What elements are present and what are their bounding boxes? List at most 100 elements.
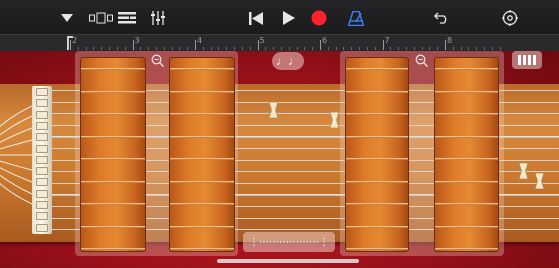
ruler-minor-tick: [335, 47, 337, 50]
chord-strip-divider: [170, 203, 234, 205]
ruler-minor-tick: [327, 47, 329, 50]
strum-range-button[interactable]: ⋮⋯⋯⋯⋯⋯⋯⋮: [243, 232, 335, 252]
ruler-minor-tick: [124, 47, 126, 50]
ruler-minor-tick: [421, 47, 423, 50]
ruler-minor-tick: [343, 47, 345, 50]
chord-strip-4[interactable]: [434, 57, 499, 252]
ruler-bar-number: 6: [322, 36, 328, 45]
chord-strip-3[interactable]: [345, 57, 409, 252]
chord-strip-divider: [435, 180, 498, 183]
ruler-minor-tick: [171, 47, 173, 50]
tuning-peg: [36, 121, 48, 130]
string-marker[interactable]: [535, 173, 544, 189]
metronome-icon[interactable]: [347, 9, 365, 27]
ruler-minor-tick: [226, 47, 228, 50]
home-indicator[interactable]: [217, 259, 359, 263]
ruler-minor-tick: [312, 47, 314, 50]
ruler-minor-tick: [359, 47, 361, 50]
ruler-minor-tick: [210, 47, 212, 50]
chord-strip-2[interactable]: [169, 57, 235, 252]
chord-strip-divider: [435, 90, 498, 93]
chord-strip-divider: [435, 225, 498, 228]
ruler-minor-tick: [304, 47, 306, 50]
ruler-minor-tick: [452, 47, 454, 50]
chord-strip-divider: [170, 68, 234, 70]
ruler-minor-tick: [484, 47, 486, 50]
tuning-peg: [36, 212, 48, 221]
ruler-major-tick: [257, 40, 259, 50]
ruler-major-tick: [195, 40, 196, 50]
zoom-icon[interactable]: [151, 54, 164, 67]
ruler-major-tick: [445, 40, 446, 50]
chord-strip-divider: [170, 225, 234, 228]
ruler-minor-tick: [437, 47, 439, 50]
tuning-peg: [36, 178, 48, 187]
ruler-minor-tick: [476, 47, 478, 50]
chord-strip-divider: [346, 180, 408, 183]
tracks-icon[interactable]: [118, 9, 136, 27]
ruler-minor-tick: [85, 47, 87, 50]
tuning-peg: [36, 144, 48, 153]
dropdown-arrow-icon[interactable]: [58, 9, 76, 27]
chord-strip-divider: [435, 158, 498, 160]
notes-symbol: ♩♩: [276, 54, 300, 68]
undo-icon[interactable]: [433, 9, 451, 27]
ruler-minor-tick: [366, 47, 368, 50]
ruler-minor-tick: [460, 47, 462, 50]
chord-strip-divider: [81, 113, 145, 115]
chord-strip-divider: [170, 113, 234, 115]
chord-strip-divider: [170, 90, 234, 93]
ruler-minor-tick: [101, 47, 103, 50]
ruler-major-tick: [132, 40, 134, 50]
strum-range-symbol: ⋮⋯⋯⋯⋯⋯⋯⋮: [249, 236, 329, 248]
chord-strip-divider: [346, 135, 408, 138]
ruler-minor-tick: [296, 47, 298, 50]
settings-icon[interactable]: [501, 9, 519, 27]
chord-strip-divider: [81, 225, 145, 228]
ruler-minor-tick: [241, 47, 243, 50]
skip-back-icon[interactable]: [247, 9, 265, 27]
ruler-minor-tick: [468, 47, 470, 50]
chord-strip-1[interactable]: [80, 57, 146, 252]
record-icon[interactable]: [310, 9, 328, 27]
control-bar: [0, 0, 559, 34]
timeline-ruler[interactable]: 2 3 4 5 6 7 8: [0, 34, 559, 52]
ruler-bar-number: 2: [72, 36, 78, 45]
ruler-major-tick: [70, 40, 71, 50]
view-toggle-icon[interactable]: [88, 9, 114, 27]
ruler-major-tick: [320, 40, 321, 50]
chord-strip-divider: [81, 248, 145, 250]
ruler-minor-tick: [155, 47, 157, 50]
string-marker[interactable]: [269, 102, 278, 118]
ruler-minor-tick: [148, 47, 150, 50]
chord-strip-divider: [170, 248, 234, 250]
tuning-peg: [36, 99, 48, 108]
zoom-icon[interactable]: [415, 54, 428, 67]
string-marker[interactable]: [519, 163, 528, 179]
mixer-icon[interactable]: [149, 9, 167, 27]
ruler-bar-number: 7: [384, 36, 390, 45]
notes-mode-button[interactable]: ♩♩: [272, 52, 304, 70]
ruler-minor-tick: [280, 47, 282, 50]
play-icon[interactable]: [281, 9, 297, 27]
chord-strip-divider: [170, 180, 234, 183]
string-marker[interactable]: [330, 112, 339, 128]
chord-strip-divider: [346, 90, 408, 93]
keyboard-toggle-button[interactable]: [512, 51, 542, 69]
ruler-minor-tick: [374, 47, 376, 50]
ruler-bar-number: 3: [134, 36, 140, 45]
ruler-minor-tick: [249, 47, 251, 50]
ruler-minor-tick: [273, 47, 275, 50]
tuning-peg: [36, 223, 48, 232]
ruler-minor-tick: [390, 47, 392, 50]
chord-strip-divider: [81, 135, 145, 138]
harp-fan-icon: [0, 105, 33, 205]
ruler-minor-tick: [429, 47, 431, 50]
tuning-peg: [36, 133, 48, 142]
ruler-minor-tick: [491, 47, 493, 50]
ruler-minor-tick: [202, 47, 204, 50]
tuning-peg: [36, 155, 48, 164]
tuning-peg: [36, 201, 48, 209]
ruler-minor-tick: [265, 47, 267, 50]
ruler-minor-tick: [218, 47, 220, 50]
